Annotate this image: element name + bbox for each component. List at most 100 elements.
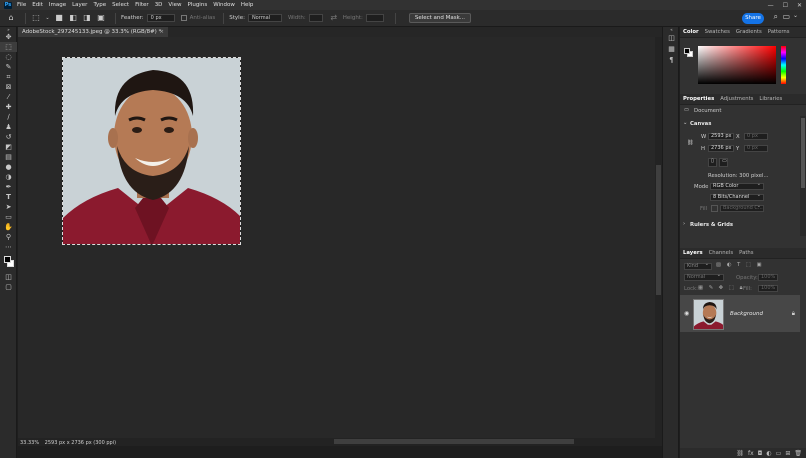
clone-stamp-tool-icon[interactable]: ♟ bbox=[0, 122, 17, 132]
zoom-level[interactable]: 33.33% bbox=[20, 440, 39, 446]
maximize-icon[interactable]: ☐ bbox=[783, 2, 788, 9]
chevron-down-icon[interactable]: ⌄ bbox=[45, 13, 50, 23]
tab-libraries[interactable]: Libraries bbox=[759, 96, 782, 102]
foreground-color-chip[interactable] bbox=[684, 48, 690, 54]
close-window-icon[interactable]: ✕ bbox=[797, 2, 802, 9]
canvas-width-input[interactable]: 2593 px bbox=[708, 133, 734, 140]
color-swatches[interactable] bbox=[0, 252, 16, 272]
landscape-orientation-icon[interactable]: ▭ bbox=[719, 158, 728, 167]
screen-mode-icon[interactable]: ▢ bbox=[0, 282, 17, 292]
paragraph-panel-icon[interactable]: ¶ bbox=[663, 55, 680, 66]
add-mask-icon[interactable]: ◘ bbox=[758, 450, 763, 457]
tab-color[interactable]: Color bbox=[683, 29, 699, 35]
menu-window[interactable]: Window bbox=[213, 2, 235, 8]
more-tools-icon[interactable]: ⋯ bbox=[0, 242, 17, 252]
swap-icon[interactable]: ⇄ bbox=[329, 13, 339, 23]
menu-type[interactable]: Type bbox=[93, 2, 106, 8]
canvas-x-input[interactable]: 0 px bbox=[744, 133, 768, 140]
tab-patterns[interactable]: Patterns bbox=[768, 29, 790, 35]
adjustment-layer-icon[interactable]: ◐ bbox=[766, 450, 771, 457]
layer-name[interactable]: Background bbox=[730, 311, 763, 317]
rectangle-tool-icon[interactable]: ▭ bbox=[0, 212, 17, 222]
quick-select-tool-icon[interactable]: ✎ bbox=[0, 62, 17, 72]
new-group-icon[interactable]: ▭ bbox=[776, 450, 782, 457]
opacity-input[interactable]: 100% bbox=[758, 274, 778, 281]
height-input[interactable] bbox=[365, 14, 384, 22]
character-panel-icon[interactable]: ▦ bbox=[663, 44, 680, 55]
menu-edit[interactable]: Edit bbox=[32, 2, 43, 8]
tab-channels[interactable]: Channels bbox=[709, 250, 734, 256]
quick-mask-icon[interactable]: ◫ bbox=[0, 272, 17, 282]
canvas-area[interactable] bbox=[18, 37, 662, 438]
properties-scrollbar[interactable] bbox=[800, 116, 806, 236]
tab-layers[interactable]: Layers bbox=[683, 250, 703, 256]
move-tool-icon[interactable]: ✥ bbox=[0, 32, 17, 42]
vertical-scroll-thumb[interactable] bbox=[656, 165, 661, 295]
lasso-tool-icon[interactable]: ◌ bbox=[0, 52, 17, 62]
zoom-tool-icon[interactable]: ⚲ bbox=[0, 232, 17, 242]
blur-tool-icon[interactable]: ● bbox=[0, 162, 17, 172]
fill-swatch[interactable] bbox=[711, 205, 718, 212]
antialias-checkbox[interactable] bbox=[180, 15, 187, 21]
add-selection-icon[interactable]: ◧ bbox=[68, 13, 78, 23]
canvas-height-input[interactable]: 2736 px bbox=[708, 145, 734, 152]
lock-icons[interactable]: ▦ ✎ ✥ ⬚ 🔒︎ bbox=[698, 285, 744, 292]
canvas-y-input[interactable]: 0 px bbox=[744, 145, 768, 152]
tab-properties[interactable]: Properties bbox=[683, 96, 714, 102]
lock-icon[interactable]: 🔒︎ bbox=[792, 310, 795, 318]
type-tool-icon[interactable]: T bbox=[0, 192, 17, 202]
trash-icon[interactable]: 🗑︎ bbox=[794, 450, 802, 457]
path-select-tool-icon[interactable]: ➤ bbox=[0, 202, 17, 212]
feather-input[interactable]: 0 px bbox=[146, 14, 175, 22]
menu-file[interactable]: File bbox=[17, 2, 26, 8]
link-icon[interactable]: ⛓ bbox=[687, 140, 694, 146]
pen-tool-icon[interactable]: ✒ bbox=[0, 182, 17, 192]
crop-tool-icon[interactable]: ⌗ bbox=[0, 72, 17, 82]
tab-adjustments[interactable]: Adjustments bbox=[720, 96, 753, 102]
layer-row-background[interactable]: ◉ Background 🔒︎ bbox=[680, 295, 800, 332]
portrait-orientation-icon[interactable]: ▯ bbox=[708, 158, 717, 167]
healing-brush-tool-icon[interactable]: ✚ bbox=[0, 102, 17, 112]
fill-select[interactable]: Background C... bbox=[720, 204, 764, 212]
menu-help[interactable]: Help bbox=[241, 2, 254, 8]
history-panel-icon[interactable]: ◫ bbox=[663, 33, 680, 44]
tab-gradients[interactable]: Gradients bbox=[736, 29, 762, 35]
style-select[interactable]: Normal bbox=[247, 14, 282, 22]
blend-mode-select[interactable]: Normal bbox=[684, 273, 724, 281]
document-tab[interactable]: AdobeStock_297245133.jpeg @ 33.3% (RGB/8… bbox=[18, 27, 168, 37]
foreground-color-swatch[interactable] bbox=[4, 256, 11, 263]
intersect-selection-icon[interactable]: ▣ bbox=[96, 13, 106, 23]
chevron-right-icon[interactable]: › bbox=[683, 221, 685, 227]
brush-tool-icon[interactable]: ∕ bbox=[0, 112, 17, 122]
tab-paths[interactable]: Paths bbox=[739, 250, 753, 256]
hue-slider[interactable] bbox=[781, 46, 786, 84]
search-icon[interactable]: ⌕ bbox=[774, 12, 778, 22]
horizontal-scroll-thumb[interactable] bbox=[334, 439, 574, 444]
share-button[interactable]: Share bbox=[742, 13, 764, 24]
rect-marquee-icon[interactable]: ⬚ bbox=[31, 13, 41, 23]
chevron-down-icon[interactable]: ⌄ bbox=[683, 120, 687, 126]
color-picker-field[interactable] bbox=[698, 46, 776, 84]
rulers-grids-section-title[interactable]: Rulers & Grids bbox=[690, 222, 733, 228]
fx-icon[interactable]: fx bbox=[748, 450, 754, 457]
menu-3d[interactable]: 3D bbox=[155, 2, 163, 8]
home-icon[interactable]: ⌂ bbox=[6, 13, 16, 23]
filter-icons[interactable]: ▧ ◐ T ⬚ ▣ bbox=[716, 262, 764, 268]
history-brush-tool-icon[interactable]: ↺ bbox=[0, 132, 17, 142]
eye-icon[interactable]: ◉ bbox=[684, 310, 689, 317]
minimize-icon[interactable]: — bbox=[768, 2, 774, 9]
menu-image[interactable]: Image bbox=[49, 2, 66, 8]
tab-swatches[interactable]: Swatches bbox=[705, 29, 730, 35]
menu-layer[interactable]: Layer bbox=[72, 2, 87, 8]
new-layer-icon[interactable]: ⊞ bbox=[785, 450, 790, 457]
menu-view[interactable]: View bbox=[168, 2, 181, 8]
link-layers-icon[interactable]: ⛓ bbox=[736, 450, 744, 457]
eyedropper-tool-icon[interactable]: ⁄ bbox=[0, 92, 17, 102]
menu-plugins[interactable]: Plugins bbox=[187, 2, 207, 8]
hand-tool-icon[interactable]: ✋ bbox=[0, 222, 17, 232]
select-and-mask-button[interactable]: Select and Mask... bbox=[408, 13, 472, 23]
subtract-selection-icon[interactable]: ◨ bbox=[82, 13, 92, 23]
frame-tool-icon[interactable]: ⊠ bbox=[0, 82, 17, 92]
workspace-icon[interactable]: ▭ bbox=[782, 12, 790, 21]
chevron-down-icon[interactable]: ⌄ bbox=[793, 12, 798, 19]
